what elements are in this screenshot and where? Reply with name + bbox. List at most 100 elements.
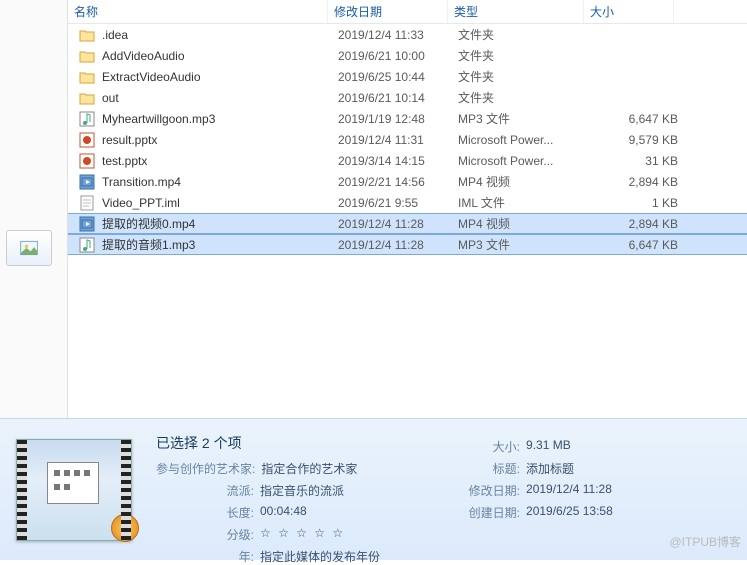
file-name: 提取的音频1.mp3 — [102, 236, 338, 253]
header-size[interactable]: 大小 — [584, 0, 674, 23]
file-type: MP4 视频 — [458, 173, 594, 190]
meta-value[interactable]: ☆ ☆ ☆ ☆ ☆ — [260, 526, 345, 543]
file-row[interactable]: Myheartwillgoon.mp32019/1/19 12:48MP3 文件… — [68, 108, 747, 129]
folder-icon — [78, 49, 96, 63]
file-row[interactable]: test.pptx2019/3/14 14:15Microsoft Power.… — [68, 150, 747, 171]
file-date: 2019/6/25 10:44 — [338, 70, 458, 84]
file-name: Transition.mp4 — [102, 175, 338, 189]
details-pane: 已选择 2 个项 参与创作的艺术家:指定合作的艺术家流派:指定音乐的流派长度:0… — [0, 418, 747, 560]
file-date: 2019/6/21 9:55 — [338, 196, 458, 210]
meta-row: 大小:9.31 MB — [422, 438, 613, 455]
meta-value[interactable]: 指定合作的艺术家 — [261, 460, 357, 477]
meta-row: 年:指定此媒体的发布年份 — [156, 548, 380, 565]
meta-label: 流派: — [156, 482, 260, 499]
meta-label: 年: — [156, 548, 260, 565]
file-date: 2019/12/4 11:28 — [338, 238, 458, 252]
file-name: 提取的视频0.mp4 — [102, 215, 338, 232]
folder-icon — [78, 70, 96, 84]
meta-label: 参与创作的艺术家: — [156, 460, 261, 477]
meta-row: 流派:指定音乐的流派 — [156, 482, 380, 499]
file-date: 2019/12/4 11:31 — [338, 133, 458, 147]
meta-label: 大小: — [422, 438, 526, 455]
file-row[interactable]: AddVideoAudio2019/6/21 10:00文件夹 — [68, 45, 747, 66]
file-type: IML 文件 — [458, 194, 594, 211]
file-row[interactable]: 提取的视频0.mp42019/12/4 11:28MP4 视频2,894 KB — [68, 213, 747, 234]
file-type: MP3 文件 — [458, 110, 594, 127]
file-date: 2019/12/4 11:28 — [338, 217, 458, 231]
header-date[interactable]: 修改日期 — [328, 0, 448, 23]
pptx-icon — [78, 153, 96, 169]
meta-value[interactable]: 指定此媒体的发布年份 — [260, 548, 380, 565]
file-type: 文件夹 — [458, 47, 594, 64]
meta-label: 创建日期: — [422, 504, 526, 521]
file-date: 2019/3/14 14:15 — [338, 154, 458, 168]
file-list: 名称 修改日期 类型 大小 .idea2019/12/4 11:33文件夹Add… — [68, 0, 747, 418]
meta-row: 修改日期:2019/12/4 11:28 — [422, 482, 613, 499]
header-type[interactable]: 类型 — [448, 0, 584, 23]
file-row[interactable]: result.pptx2019/12/4 11:31Microsoft Powe… — [68, 129, 747, 150]
column-headers[interactable]: 名称 修改日期 类型 大小 — [68, 0, 747, 24]
file-date: 2019/1/19 12:48 — [338, 112, 458, 126]
file-name: Video_PPT.iml — [102, 196, 338, 210]
file-size: 31 KB — [594, 154, 678, 168]
nav-sidebar — [0, 0, 68, 418]
file-size: 2,894 KB — [594, 217, 678, 231]
mp3-icon — [78, 111, 96, 127]
file-row[interactable]: ExtractVideoAudio2019/6/25 10:44文件夹 — [68, 66, 747, 87]
sidebar-pictures-button[interactable] — [6, 230, 52, 266]
pptx-icon — [78, 132, 96, 148]
meta-row: 创建日期:2019/6/25 13:58 — [422, 504, 613, 521]
file-type: Microsoft Power... — [458, 154, 594, 168]
meta-value[interactable]: 00:04:48 — [260, 504, 307, 521]
file-row[interactable]: Video_PPT.iml2019/6/21 9:55IML 文件1 KB — [68, 192, 747, 213]
meta-row: 标题:添加标题 — [422, 460, 613, 477]
meta-value[interactable]: 指定音乐的流派 — [260, 482, 344, 499]
file-name: AddVideoAudio — [102, 49, 338, 63]
file-row[interactable]: 提取的音频1.mp32019/12/4 11:28MP3 文件6,647 KB — [68, 234, 747, 255]
file-row[interactable]: Transition.mp42019/2/21 14:56MP4 视频2,894… — [68, 171, 747, 192]
mp4-icon — [78, 216, 96, 232]
meta-value[interactable]: 9.31 MB — [526, 438, 571, 455]
folder-icon — [78, 28, 96, 42]
watermark: @ITPUB博客 — [669, 533, 741, 550]
meta-row: 长度:00:04:48 — [156, 504, 380, 521]
mp4-icon — [78, 174, 96, 190]
file-type: MP4 视频 — [458, 215, 594, 232]
file-name: result.pptx — [102, 133, 338, 147]
play-icon — [111, 514, 139, 542]
file-size: 6,647 KB — [594, 238, 678, 252]
file-size: 6,647 KB — [594, 112, 678, 126]
file-name: test.pptx — [102, 154, 338, 168]
meta-row: 参与创作的艺术家:指定合作的艺术家 — [156, 460, 380, 477]
file-name: .idea — [102, 28, 338, 42]
file-type: Microsoft Power... — [458, 133, 594, 147]
file-name: ExtractVideoAudio — [102, 70, 338, 84]
file-size: 9,579 KB — [594, 133, 678, 147]
video-thumbnail — [16, 439, 132, 541]
meta-value[interactable]: 添加标题 — [526, 460, 574, 477]
header-name[interactable]: 名称 — [68, 0, 328, 23]
file-size: 2,894 KB — [594, 175, 678, 189]
preview-thumbnail — [0, 419, 148, 560]
iml-icon — [78, 195, 96, 211]
file-row[interactable]: .idea2019/12/4 11:33文件夹 — [68, 24, 747, 45]
file-date: 2019/6/21 10:00 — [338, 49, 458, 63]
folder-icon — [78, 91, 96, 105]
mp3-icon — [78, 237, 96, 253]
file-date: 2019/2/21 14:56 — [338, 175, 458, 189]
file-type: MP3 文件 — [458, 236, 594, 253]
meta-label: 修改日期: — [422, 482, 526, 499]
file-type: 文件夹 — [458, 68, 594, 85]
meta-value[interactable]: 2019/6/25 13:58 — [526, 504, 613, 521]
file-date: 2019/12/4 11:33 — [338, 28, 458, 42]
file-row[interactable]: out2019/6/21 10:14文件夹 — [68, 87, 747, 108]
file-name: out — [102, 91, 338, 105]
meta-label: 标题: — [422, 460, 526, 477]
meta-row: 分级:☆ ☆ ☆ ☆ ☆ — [156, 526, 380, 543]
file-type: 文件夹 — [458, 26, 594, 43]
file-size: 1 KB — [594, 196, 678, 210]
file-date: 2019/6/21 10:14 — [338, 91, 458, 105]
file-name: Myheartwillgoon.mp3 — [102, 112, 338, 126]
meta-label: 长度: — [156, 504, 260, 521]
meta-value[interactable]: 2019/12/4 11:28 — [526, 482, 612, 499]
